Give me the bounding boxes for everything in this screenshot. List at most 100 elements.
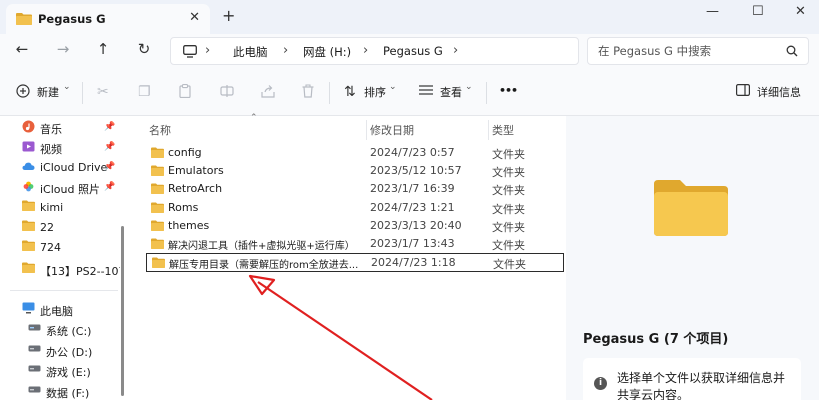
column-header-date[interactable]: 修改日期 bbox=[370, 122, 414, 138]
sidebar-item-ps2[interactable]: 【13】PS2--107 bbox=[22, 260, 120, 280]
folder-icon bbox=[151, 202, 164, 216]
file-name: 解压专用目录（需要解压的rom全放进去... bbox=[169, 260, 359, 271]
sort-button[interactable]: 排序 bbox=[364, 84, 386, 100]
folder-icon bbox=[16, 12, 32, 28]
minimize-button[interactable]: — bbox=[706, 4, 719, 19]
maximize-button[interactable]: ☐ bbox=[752, 4, 764, 19]
icloud-photos-icon bbox=[22, 180, 35, 193]
share-icon[interactable] bbox=[261, 84, 275, 102]
search-box[interactable] bbox=[587, 37, 809, 65]
new-button[interactable]: 新建 bbox=[37, 84, 59, 100]
folder-icon bbox=[151, 220, 164, 234]
search-icon[interactable] bbox=[786, 45, 798, 60]
refresh-button[interactable]: ↻ bbox=[134, 40, 154, 58]
breadcrumb-drive-h[interactable]: 网盘 (H:) bbox=[303, 44, 351, 60]
column-separator[interactable] bbox=[366, 120, 367, 140]
file-type: 文件夹 bbox=[493, 258, 526, 271]
file-type: 文件夹 bbox=[492, 166, 525, 179]
file-date: 2023/1/7 13:43 bbox=[370, 237, 455, 250]
file-date: 2023/3/13 20:40 bbox=[370, 219, 462, 232]
file-name: themes bbox=[168, 219, 210, 232]
file-name: RetroArch bbox=[168, 182, 223, 195]
search-input[interactable] bbox=[598, 44, 778, 58]
file-type: 文件夹 bbox=[492, 148, 525, 161]
tab-title: Pegasus G bbox=[38, 12, 106, 26]
file-row[interactable]: Emulators 2023/5/12 10:57 文件夹 bbox=[146, 162, 564, 181]
file-type: 文件夹 bbox=[492, 239, 525, 252]
breadcrumb-this-pc[interactable]: 此电脑 bbox=[233, 44, 268, 60]
column-separator[interactable] bbox=[488, 120, 489, 140]
sidebar-item-label: 办公 (D:) bbox=[46, 346, 93, 359]
file-row-selected[interactable]: 解压专用目录（需要解压的rom全放进去... 2024/7/23 1:18 文件… bbox=[146, 253, 564, 272]
address-bar[interactable]: › 此电脑 › 网盘 (H:) › Pegasus G › bbox=[170, 37, 579, 65]
folder-icon bbox=[151, 147, 164, 161]
icloud-icon bbox=[22, 160, 35, 173]
drive-icon bbox=[28, 322, 41, 335]
file-row[interactable]: 解决闪退工具（插件+虚拟光驱+运行库） 2023/1/7 13:43 文件夹 bbox=[146, 235, 564, 254]
folder-icon bbox=[151, 183, 164, 197]
breadcrumb-separator: › bbox=[283, 43, 289, 58]
back-button[interactable]: ← bbox=[12, 40, 32, 58]
drive-icon bbox=[28, 343, 41, 356]
sidebar-item-label: 22 bbox=[40, 221, 54, 234]
file-date: 2023/1/7 16:39 bbox=[370, 182, 455, 195]
copy-icon[interactable]: ❐ bbox=[138, 84, 151, 100]
command-bar: 新建 ⌄ ✂ ❐ ⇅ 排序 ⌄ 查看 ⌄ ••• 详细信息 bbox=[0, 70, 819, 116]
column-header-name[interactable]: 名称 bbox=[149, 122, 171, 138]
tab-close-icon[interactable]: ✕ bbox=[189, 10, 200, 25]
paste-icon[interactable] bbox=[179, 84, 191, 102]
folder-icon bbox=[22, 262, 35, 275]
forward-button[interactable]: → bbox=[53, 40, 73, 58]
title-bar: Pegasus G ✕ + — ☐ ✕ bbox=[0, 0, 819, 34]
chevron-down-icon: ⌄ bbox=[389, 82, 397, 92]
cut-icon[interactable]: ✂ bbox=[97, 84, 109, 100]
sidebar-item-label: kimi bbox=[40, 201, 64, 214]
tab-pegasus-g[interactable]: Pegasus G ✕ bbox=[6, 4, 210, 34]
delete-icon[interactable] bbox=[302, 84, 314, 102]
close-button[interactable]: ✕ bbox=[795, 4, 806, 19]
file-row[interactable]: themes 2023/3/13 20:40 文件夹 bbox=[146, 217, 564, 236]
rename-icon[interactable] bbox=[220, 84, 234, 102]
folder-icon bbox=[22, 220, 35, 233]
toolbar-divider bbox=[486, 82, 487, 104]
sidebar-item-label: iCloud Drive bbox=[40, 161, 108, 174]
pin-icon: 📌 bbox=[104, 162, 116, 172]
file-row[interactable]: config 2024/7/23 0:57 文件夹 bbox=[146, 144, 564, 163]
breadcrumb-separator: › bbox=[205, 43, 211, 58]
sidebar-scrollbar[interactable] bbox=[121, 116, 124, 400]
sort-icon: ⇅ bbox=[344, 84, 356, 100]
scrollbar-thumb[interactable] bbox=[121, 226, 124, 396]
breadcrumb-pegasus-g[interactable]: Pegasus G bbox=[383, 44, 443, 58]
file-list: ⌃ 名称 修改日期 类型 config 2024/7/23 0:57 文件夹 E… bbox=[138, 113, 565, 400]
file-row[interactable]: RetroArch 2023/1/7 16:39 文件夹 bbox=[146, 180, 564, 199]
view-button[interactable]: 查看 bbox=[440, 84, 462, 100]
file-date: 2024/7/23 1:21 bbox=[370, 201, 455, 214]
drive-icon bbox=[28, 363, 41, 376]
details-button[interactable]: 详细信息 bbox=[757, 84, 801, 100]
folder-icon bbox=[654, 178, 728, 239]
sidebar-divider bbox=[10, 290, 118, 291]
file-type: 文件夹 bbox=[492, 184, 525, 197]
file-name: 解决闪退工具（插件+虚拟光驱+运行库） bbox=[168, 241, 355, 252]
pin-icon: 📌 bbox=[104, 182, 116, 192]
new-tab-button[interactable]: + bbox=[222, 6, 235, 25]
pin-icon: 📌 bbox=[104, 122, 116, 132]
info-text: 选择单个文件以获取详细信息并共享云内容。 bbox=[617, 371, 786, 400]
sidebar-item-label: 音乐 bbox=[40, 123, 62, 136]
more-options-button[interactable]: ••• bbox=[499, 84, 518, 97]
folder-icon bbox=[22, 240, 35, 253]
column-header-type[interactable]: 类型 bbox=[492, 122, 514, 138]
file-type: 文件夹 bbox=[492, 221, 525, 234]
folder-icon bbox=[152, 257, 165, 271]
file-name: Roms bbox=[168, 201, 199, 214]
file-row[interactable]: Roms 2024/7/23 1:21 文件夹 bbox=[146, 199, 564, 218]
sort-ascending-icon: ⌃ bbox=[250, 113, 258, 123]
breadcrumb-separator: › bbox=[453, 43, 459, 58]
folder-icon bbox=[151, 165, 164, 179]
pin-icon: 📌 bbox=[104, 142, 116, 152]
file-name: config bbox=[168, 146, 202, 159]
sidebar-item-label: 724 bbox=[40, 241, 61, 254]
up-button[interactable]: ↑ bbox=[93, 40, 113, 58]
file-type: 文件夹 bbox=[492, 203, 525, 216]
sidebar-item-label: 此电脑 bbox=[40, 305, 73, 318]
